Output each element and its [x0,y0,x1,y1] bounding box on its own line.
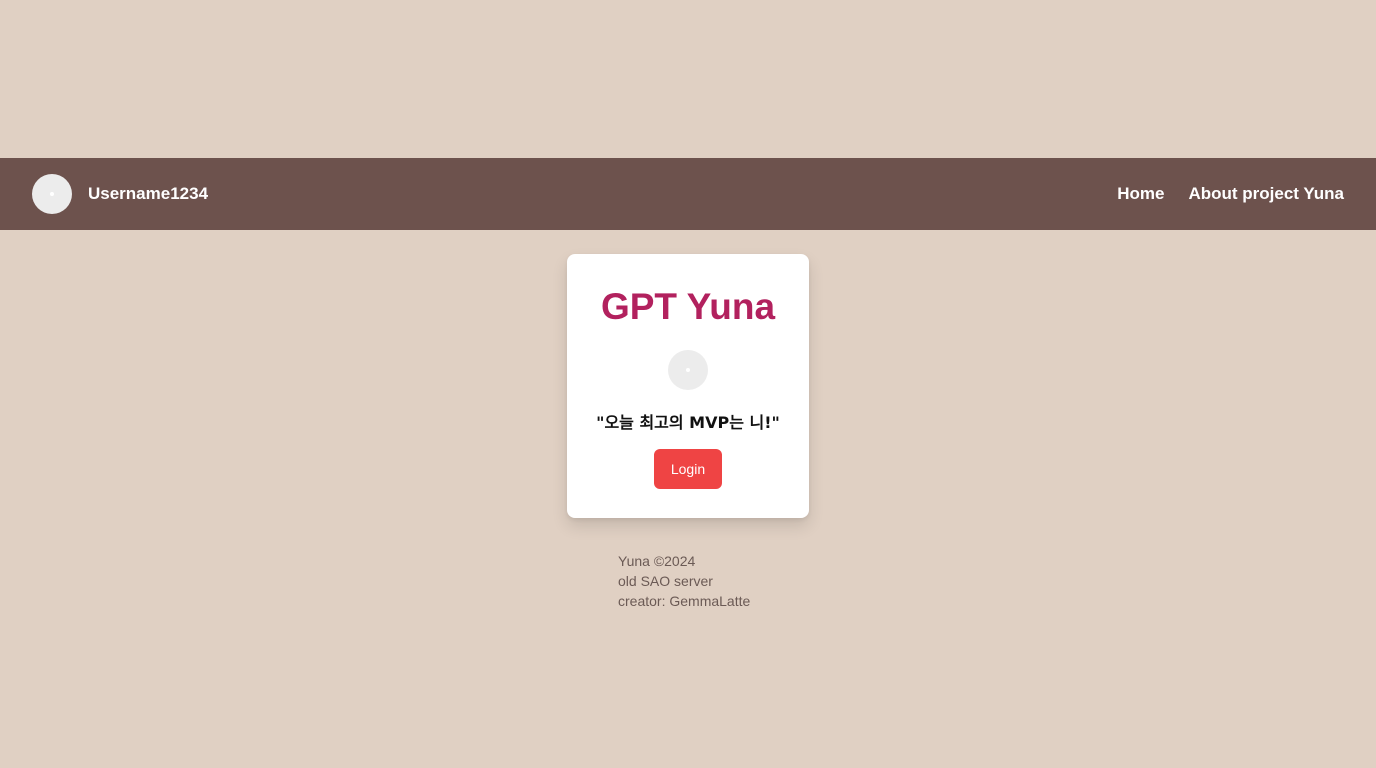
navbar: Username1234 Home About project Yuna [0,158,1376,230]
footer-creator: creator: GemmaLatte [618,593,751,609]
yuna-avatar-icon [668,350,708,390]
page: Username1234 Home About project Yuna GPT… [0,0,1376,768]
nav-link-about[interactable]: About project Yuna [1188,184,1344,204]
user-profile: Username1234 [32,174,208,214]
avatar-dot [686,368,690,372]
user-avatar-icon[interactable] [32,174,72,214]
nav-link-home[interactable]: Home [1117,184,1164,204]
card-title: GPT Yuna [600,286,776,327]
footer-copyright: Yuna ©2024 [618,553,696,569]
footer-server: old SAO server [618,573,713,589]
login-card: GPT Yuna "오늘 최고의 MVP는 니!" Login [567,254,809,518]
username-label: Username1234 [88,184,209,203]
nav-links: Home About project Yuna [1093,184,1344,204]
avatar-dot [50,192,54,196]
footer: Yuna ©2024 old SAO server creator: Gemma… [618,551,750,611]
quote-text: "오늘 최고의 MVP는 니!" [596,413,780,432]
login-button[interactable]: Login [654,449,722,489]
